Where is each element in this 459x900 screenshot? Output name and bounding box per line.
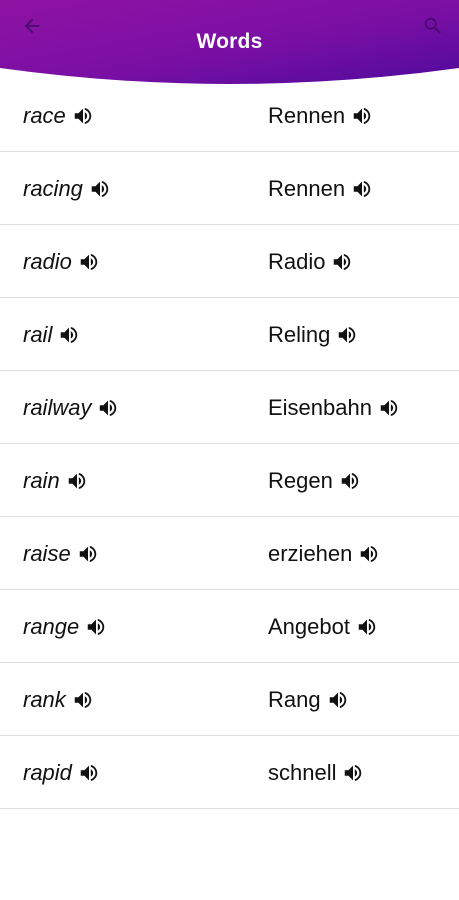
english-word[interactable]: rapid bbox=[23, 736, 100, 809]
speaker-icon[interactable] bbox=[89, 178, 111, 200]
speaker-icon[interactable] bbox=[351, 105, 373, 127]
german-word[interactable]: schnell bbox=[268, 736, 364, 809]
list-item: rapid schnell bbox=[0, 736, 459, 809]
german-word[interactable]: Regen bbox=[268, 444, 361, 517]
page-title: Words bbox=[196, 30, 263, 53]
word-list: race Rennen racing Rennen radio Radio ra… bbox=[0, 79, 459, 809]
list-item: railway Eisenbahn bbox=[0, 371, 459, 444]
english-word-text: rail bbox=[23, 321, 53, 347]
english-word[interactable]: race bbox=[23, 79, 94, 152]
english-word-text: range bbox=[23, 613, 80, 639]
german-word-text: schnell bbox=[268, 759, 337, 785]
list-item: raise erziehen bbox=[0, 517, 459, 590]
english-word-text: radio bbox=[23, 248, 72, 274]
german-word[interactable]: Rennen bbox=[268, 79, 373, 152]
speaker-icon[interactable] bbox=[58, 324, 80, 346]
english-word[interactable]: rail bbox=[23, 298, 80, 371]
speaker-icon[interactable] bbox=[331, 251, 353, 273]
german-word[interactable]: Rennen bbox=[268, 152, 373, 225]
speaker-icon[interactable] bbox=[97, 397, 119, 419]
german-word-text: Rang bbox=[268, 686, 321, 712]
english-word-text: race bbox=[23, 102, 66, 128]
speaker-icon[interactable] bbox=[342, 762, 364, 784]
german-word-text: Rennen bbox=[268, 102, 346, 128]
speaker-icon[interactable] bbox=[358, 543, 380, 565]
speaker-icon[interactable] bbox=[78, 251, 100, 273]
english-word[interactable]: rain bbox=[23, 444, 88, 517]
english-word-text: raise bbox=[23, 540, 71, 566]
speaker-icon[interactable] bbox=[327, 689, 349, 711]
list-item: rain Regen bbox=[0, 444, 459, 517]
german-word-text: Radio bbox=[268, 248, 326, 274]
german-word-text: Reling bbox=[268, 321, 331, 347]
list-item: racing Rennen bbox=[0, 152, 459, 225]
speaker-icon[interactable] bbox=[378, 397, 400, 419]
german-word-text: Rennen bbox=[268, 175, 346, 201]
speaker-icon[interactable] bbox=[336, 324, 358, 346]
english-word-text: railway bbox=[23, 394, 92, 420]
speaker-icon[interactable] bbox=[339, 470, 361, 492]
list-item: rank Rang bbox=[0, 663, 459, 736]
german-word[interactable]: Reling bbox=[268, 298, 358, 371]
list-item: range Angebot bbox=[0, 590, 459, 663]
english-word[interactable]: rank bbox=[23, 663, 94, 736]
english-word[interactable]: railway bbox=[23, 371, 119, 444]
german-word-text: Regen bbox=[268, 467, 333, 493]
speaker-icon[interactable] bbox=[78, 762, 100, 784]
speaker-icon[interactable] bbox=[72, 689, 94, 711]
german-word[interactable]: Eisenbahn bbox=[268, 371, 400, 444]
english-word-text: rapid bbox=[23, 759, 72, 785]
english-word[interactable]: racing bbox=[23, 152, 111, 225]
speaker-icon[interactable] bbox=[356, 616, 378, 638]
search-icon bbox=[422, 15, 444, 42]
speaker-icon[interactable] bbox=[72, 105, 94, 127]
search-button[interactable] bbox=[415, 10, 451, 46]
german-word[interactable]: Radio bbox=[268, 225, 353, 298]
speaker-icon[interactable] bbox=[77, 543, 99, 565]
english-word-text: racing bbox=[23, 175, 83, 201]
german-word-text: Eisenbahn bbox=[268, 394, 372, 420]
english-word[interactable]: range bbox=[23, 590, 107, 663]
german-word[interactable]: Angebot bbox=[268, 590, 378, 663]
list-item: race Rennen bbox=[0, 79, 459, 152]
speaker-icon[interactable] bbox=[85, 616, 107, 638]
english-word[interactable]: radio bbox=[23, 225, 100, 298]
english-word-text: rain bbox=[23, 467, 60, 493]
list-item: radio Radio bbox=[0, 225, 459, 298]
speaker-icon[interactable] bbox=[351, 178, 373, 200]
german-word-text: Angebot bbox=[268, 613, 350, 639]
german-word[interactable]: Rang bbox=[268, 663, 349, 736]
english-word-text: rank bbox=[23, 686, 66, 712]
german-word[interactable]: erziehen bbox=[268, 517, 380, 590]
english-word[interactable]: raise bbox=[23, 517, 99, 590]
speaker-icon[interactable] bbox=[66, 470, 88, 492]
german-word-text: erziehen bbox=[268, 540, 353, 566]
list-item: rail Reling bbox=[0, 298, 459, 371]
